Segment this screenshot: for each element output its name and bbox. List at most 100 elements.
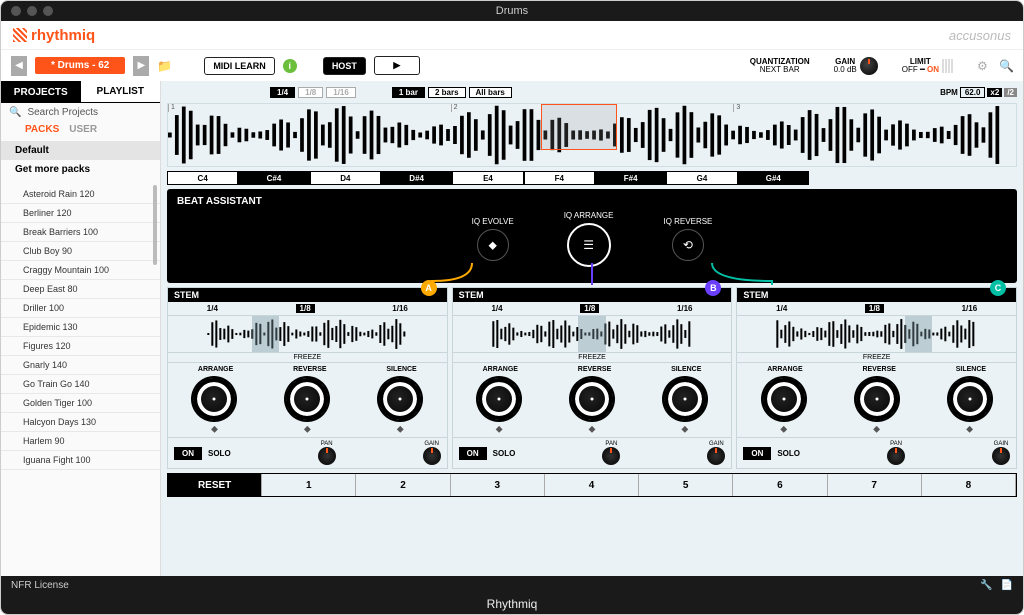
key[interactable]: C4: [167, 171, 238, 185]
reverse-knob[interactable]: [856, 378, 898, 420]
freeze-label[interactable]: FREEZE: [737, 352, 1016, 363]
scene-1[interactable]: 1: [262, 474, 356, 496]
mini-icon[interactable]: ⬥: [589, 424, 596, 435]
project-list[interactable]: Asteroid Rain 120Berliner 120Break Barri…: [1, 185, 160, 576]
bpm-value[interactable]: 62.0: [960, 87, 986, 98]
list-item[interactable]: Gnarly 140: [1, 356, 160, 375]
iq-arrange-knob[interactable]: ☰: [567, 223, 611, 267]
key[interactable]: F4: [524, 171, 595, 185]
stem-waveform[interactable]: [453, 316, 732, 352]
footer-doc-icon[interactable]: 📄: [1001, 580, 1013, 591]
key[interactable]: G#4: [738, 171, 809, 185]
silence-knob[interactable]: [949, 378, 991, 420]
footer-wrench-icon[interactable]: 🔧: [980, 580, 992, 591]
pan-knob[interactable]: [602, 447, 620, 465]
mini-icon[interactable]: ⬥: [873, 424, 880, 435]
traffic-light-max[interactable]: [43, 6, 53, 16]
scene-7[interactable]: 7: [828, 474, 922, 496]
next-project-button[interactable]: ▶: [133, 56, 149, 76]
list-item[interactable]: Craggy Mountain 100: [1, 261, 160, 280]
gain-knob[interactable]: [992, 447, 1010, 465]
grid-1-8[interactable]: 1/8: [298, 87, 323, 98]
keyboard[interactable]: C4C#4D4D#4E4F4F#4G4G#4: [167, 171, 1017, 185]
list-item[interactable]: Epidemic 130: [1, 318, 160, 337]
gain-knob[interactable]: [707, 447, 725, 465]
scene-3[interactable]: 3: [451, 474, 545, 496]
scene-6[interactable]: 6: [733, 474, 827, 496]
arrange-knob[interactable]: [193, 378, 235, 420]
host-button[interactable]: HOST: [323, 57, 366, 75]
stem-on-button[interactable]: ON: [174, 447, 202, 460]
list-item[interactable]: Deep East 80: [1, 280, 160, 299]
stem-solo-button[interactable]: SOLO: [493, 449, 516, 458]
freeze-label[interactable]: FREEZE: [168, 352, 447, 363]
key[interactable]: E4: [452, 171, 523, 185]
arrange-knob[interactable]: [478, 378, 520, 420]
main-waveform[interactable]: 123: [167, 103, 1017, 167]
list-item[interactable]: Berliner 120: [1, 204, 160, 223]
scrollbar[interactable]: [153, 185, 157, 265]
stem-solo-button[interactable]: SOLO: [777, 449, 800, 458]
play-button[interactable]: ▶: [374, 56, 420, 75]
user-filter[interactable]: USER: [69, 124, 97, 135]
mini-icon[interactable]: ⬥: [211, 424, 218, 435]
iq-reverse-knob[interactable]: ⟲: [672, 229, 704, 261]
search-icon[interactable]: 🔍: [999, 59, 1013, 73]
traffic-light-close[interactable]: [11, 6, 21, 16]
stem-waveform[interactable]: [737, 316, 1016, 352]
silence-knob[interactable]: [379, 378, 421, 420]
tab-projects[interactable]: PROJECTS: [1, 81, 81, 103]
bars-all[interactable]: All bars: [469, 87, 512, 98]
waveform-selection[interactable]: [541, 104, 617, 150]
traffic-light-min[interactable]: [27, 6, 37, 16]
mini-icon[interactable]: ⬥: [966, 424, 973, 435]
settings-icon[interactable]: ⚙: [977, 59, 991, 73]
project-chip[interactable]: * Drums - 62: [35, 57, 125, 74]
list-item[interactable]: Break Barriers 100: [1, 223, 160, 242]
reverse-knob[interactable]: [571, 378, 613, 420]
grid-1-16[interactable]: 1/16: [326, 87, 356, 98]
silence-knob[interactable]: [664, 378, 706, 420]
key[interactable]: D4: [310, 171, 381, 185]
mini-icon[interactable]: ⬥: [397, 424, 404, 435]
scene-2[interactable]: 2: [356, 474, 450, 496]
packs-filter[interactable]: PACKS: [25, 124, 59, 135]
list-item[interactable]: Figures 120: [1, 337, 160, 356]
pan-knob[interactable]: [318, 447, 336, 465]
list-item[interactable]: Halcyon Days 130: [1, 413, 160, 432]
get-more-packs[interactable]: Get more packs: [1, 160, 160, 179]
limit-section[interactable]: LIMITOFF ━ ON: [902, 58, 953, 74]
prev-project-button[interactable]: ◀: [11, 56, 27, 76]
search-projects[interactable]: 🔍Search Projects: [1, 103, 160, 122]
midi-learn-button[interactable]: MIDI LEARN: [204, 57, 275, 75]
quantization-section[interactable]: QUANTIZATION NEXT BAR: [750, 58, 810, 74]
list-item[interactable]: Harlem 90: [1, 432, 160, 451]
pack-default[interactable]: Default: [1, 141, 160, 160]
iq-evolve-knob[interactable]: ⬥: [477, 229, 509, 261]
mini-icon[interactable]: ⬥: [681, 424, 688, 435]
key[interactable]: G4: [666, 171, 737, 185]
scene-5[interactable]: 5: [639, 474, 733, 496]
list-item[interactable]: Club Boy 90: [1, 242, 160, 261]
freeze-label[interactable]: FREEZE: [453, 352, 732, 363]
folder-icon[interactable]: 📁: [157, 59, 172, 73]
list-item[interactable]: Golden Tiger 100: [1, 394, 160, 413]
key[interactable]: C#4: [238, 171, 309, 185]
key[interactable]: D#4: [381, 171, 452, 185]
gain-section[interactable]: GAIN0.0 dB: [834, 57, 878, 75]
mini-icon[interactable]: ⬥: [780, 424, 787, 435]
gain-knob[interactable]: [860, 57, 878, 75]
gain-knob[interactable]: [423, 447, 441, 465]
bpm-double[interactable]: /2: [1004, 88, 1017, 97]
scene-4[interactable]: 4: [545, 474, 639, 496]
scene-8[interactable]: 8: [922, 474, 1016, 496]
stem-on-button[interactable]: ON: [459, 447, 487, 460]
tab-playlist[interactable]: PLAYLIST: [81, 81, 161, 103]
mini-icon[interactable]: ⬥: [304, 424, 311, 435]
list-item[interactable]: Iguana Fight 100: [1, 451, 160, 470]
pan-knob[interactable]: [887, 447, 905, 465]
stem-on-button[interactable]: ON: [743, 447, 771, 460]
list-item[interactable]: Driller 100: [1, 299, 160, 318]
bars-1[interactable]: 1 bar: [392, 87, 425, 98]
key[interactable]: F#4: [595, 171, 666, 185]
